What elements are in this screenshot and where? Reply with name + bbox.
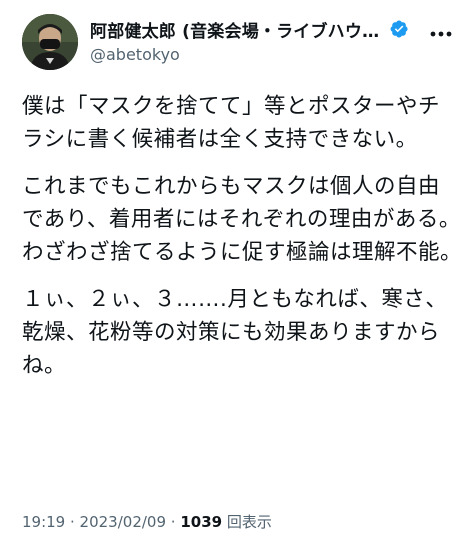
meta-separator: · <box>65 513 80 531</box>
tweet: 阿部健太郎 (音楽会場・ライブハウス業… @abetokyo 僕は「マスクを捨て… <box>0 0 474 544</box>
author-handle[interactable]: @abetokyo <box>90 45 420 64</box>
tweet-date[interactable]: 2023/02/09 <box>80 513 166 531</box>
more-options-button[interactable] <box>428 24 454 44</box>
avatar-image <box>22 14 78 70</box>
display-name[interactable]: 阿部健太郎 (音楽会場・ライブハウス業… <box>90 17 385 42</box>
tweet-header: 阿部健太郎 (音楽会場・ライブハウス業… @abetokyo <box>22 14 454 72</box>
views-count: 1039 <box>180 513 223 531</box>
tweet-text: 僕は「マスクを捨てて」等とポスターやチラシに書く候補者は全く支持できない。 これ… <box>22 90 462 396</box>
meta-separator-2: · <box>166 513 181 531</box>
tweet-meta: 19:19 · 2023/02/09 · 1039 回表示 <box>22 511 272 532</box>
name-row: 阿部健太郎 (音楽会場・ライブハウス業… <box>90 17 420 42</box>
tweet-paragraph-1: 僕は「マスクを捨てて」等とポスターやチラシに書く候補者は全く支持できない。 <box>22 94 441 152</box>
more-horizontal-icon <box>430 31 452 37</box>
views-label: 回表示 <box>222 513 272 531</box>
tweet-paragraph-3: １ぃ、２ぃ、３…….月ともなれば、寒さ、乾燥、花粉等の対策にも効果ありますからね… <box>22 287 448 378</box>
verified-badge-icon <box>390 20 408 38</box>
tweet-paragraph-2: これまでもこれからもマスクは個人の自由であり、着用者にはそれぞれの理由がある。わ… <box>22 174 463 265</box>
avatar[interactable] <box>22 14 78 70</box>
author-block: 阿部健太郎 (音楽会場・ライブハウス業… @abetokyo <box>90 17 420 64</box>
tweet-time[interactable]: 19:19 <box>22 513 65 531</box>
